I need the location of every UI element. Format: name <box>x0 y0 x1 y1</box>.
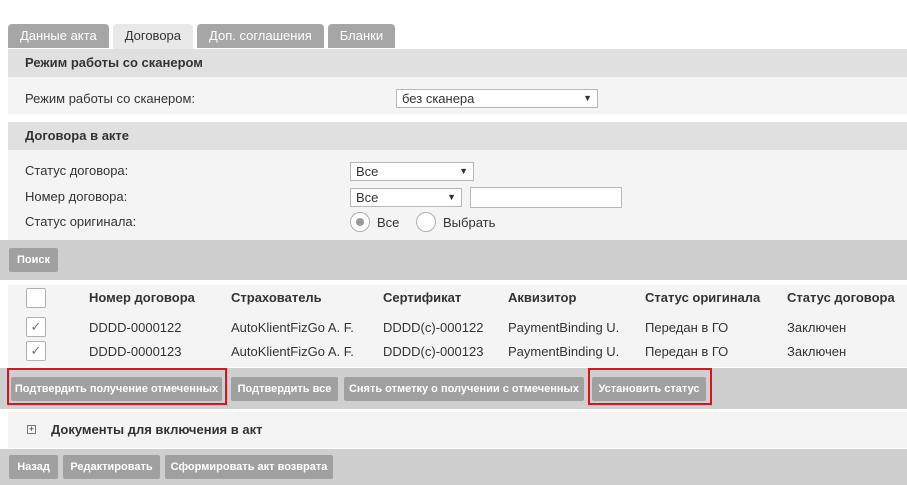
back-button[interactable]: Назад <box>9 455 58 479</box>
search-button[interactable]: Поиск <box>9 248 58 272</box>
tab-additional-agreements[interactable]: Доп. соглашения <box>197 24 324 48</box>
certificate-cell: DDDD(c)-000122 <box>383 320 484 335</box>
scanner-section-header: Режим работы со сканером <box>8 49 907 77</box>
expand-icon[interactable]: + <box>27 425 36 434</box>
radio-select[interactable] <box>416 212 436 232</box>
contract-number-label: Номер договора: <box>25 189 128 204</box>
tab-contracts[interactable]: Договора <box>112 24 194 49</box>
column-header[interactable]: Статус договора <box>787 290 895 305</box>
contract-status-label: Статус договора: <box>25 163 129 178</box>
contracts-filter-body: Статус договора: Все ▼ Номер договора: В… <box>8 150 907 240</box>
contract-number-cell: DDDD-0000123 <box>89 344 182 359</box>
contracts-section-header: Договора в акте <box>8 122 907 150</box>
search-toolbar: Поиск <box>0 240 907 280</box>
contract-status-select[interactable]: Все ▼ <box>350 162 474 181</box>
chevron-down-icon: ▼ <box>583 93 592 103</box>
radio-select-label: Выбрать <box>443 215 496 230</box>
original-status-cell: Передан в ГО <box>645 344 729 359</box>
highlight-box <box>588 368 712 405</box>
contract-status-cell: Заключен <box>787 320 847 335</box>
scanner-section-body: Режим работы со сканером: без сканера ▼ <box>8 77 907 114</box>
actions-toolbar: Подтвердить получение отмеченных Подтвер… <box>0 368 907 409</box>
highlight-box <box>7 368 227 405</box>
insurer-cell: AutoKlientFizGo A. F. <box>231 344 354 359</box>
acquirer-cell: PaymentBinding U. <box>508 344 620 359</box>
row-checkbox[interactable]: ✓ <box>26 317 46 337</box>
column-header[interactable]: Аквизитор <box>508 290 576 305</box>
contract-number-input[interactable] <box>470 187 622 208</box>
column-header[interactable]: Сертификат <box>383 290 461 305</box>
certificate-cell: DDDD(c)-000123 <box>383 344 484 359</box>
insurer-cell: AutoKlientFizGo A. F. <box>231 320 354 335</box>
original-status-cell: Передан в ГО <box>645 320 729 335</box>
original-status-label: Статус оригинала: <box>25 214 137 229</box>
chevron-down-icon: ▼ <box>447 192 456 202</box>
radio-all[interactable] <box>350 212 370 232</box>
contract-number-cell: DDDD-0000122 <box>89 320 182 335</box>
row-checkbox[interactable]: ✓ <box>26 341 46 361</box>
column-header[interactable]: Статус оригинала <box>645 290 760 305</box>
column-header[interactable]: Страхователь <box>231 290 322 305</box>
column-header[interactable]: Номер договора <box>89 290 195 305</box>
select-all-checkbox[interactable] <box>26 288 46 308</box>
edit-button[interactable]: Редактировать <box>63 455 160 479</box>
unmark-selected-button[interactable]: Снять отметку о получении с отмеченных <box>344 377 584 401</box>
acquirer-cell: PaymentBinding U. <box>508 320 620 335</box>
contracts-table: Номер договора Страхователь Сертификат А… <box>8 285 907 367</box>
confirm-all-button[interactable]: Подтвердить все <box>231 377 338 401</box>
contract-number-select-value: Все <box>356 190 379 205</box>
tab-bar: Данные акта Договора Доп. соглашения Бла… <box>8 24 396 49</box>
contract-status-value: Все <box>356 164 379 179</box>
chevron-down-icon: ▼ <box>459 166 468 176</box>
documents-section-title[interactable]: Документы для включения в акт <box>51 422 262 437</box>
form-return-act-button[interactable]: Сформировать акт возврата <box>165 455 333 479</box>
tab-act-data[interactable]: Данные акта <box>8 24 109 48</box>
contract-status-cell: Заключен <box>787 344 847 359</box>
tab-forms[interactable]: Бланки <box>327 24 396 48</box>
footer-toolbar: Назад Редактировать Сформировать акт воз… <box>0 449 907 485</box>
scanner-mode-label: Режим работы со сканером: <box>25 91 196 106</box>
scanner-mode-select[interactable]: без сканера ▼ <box>396 89 598 108</box>
contract-number-select[interactable]: Все ▼ <box>350 188 462 207</box>
scanner-mode-value: без сканера <box>402 91 475 106</box>
radio-all-label: Все <box>377 215 400 230</box>
